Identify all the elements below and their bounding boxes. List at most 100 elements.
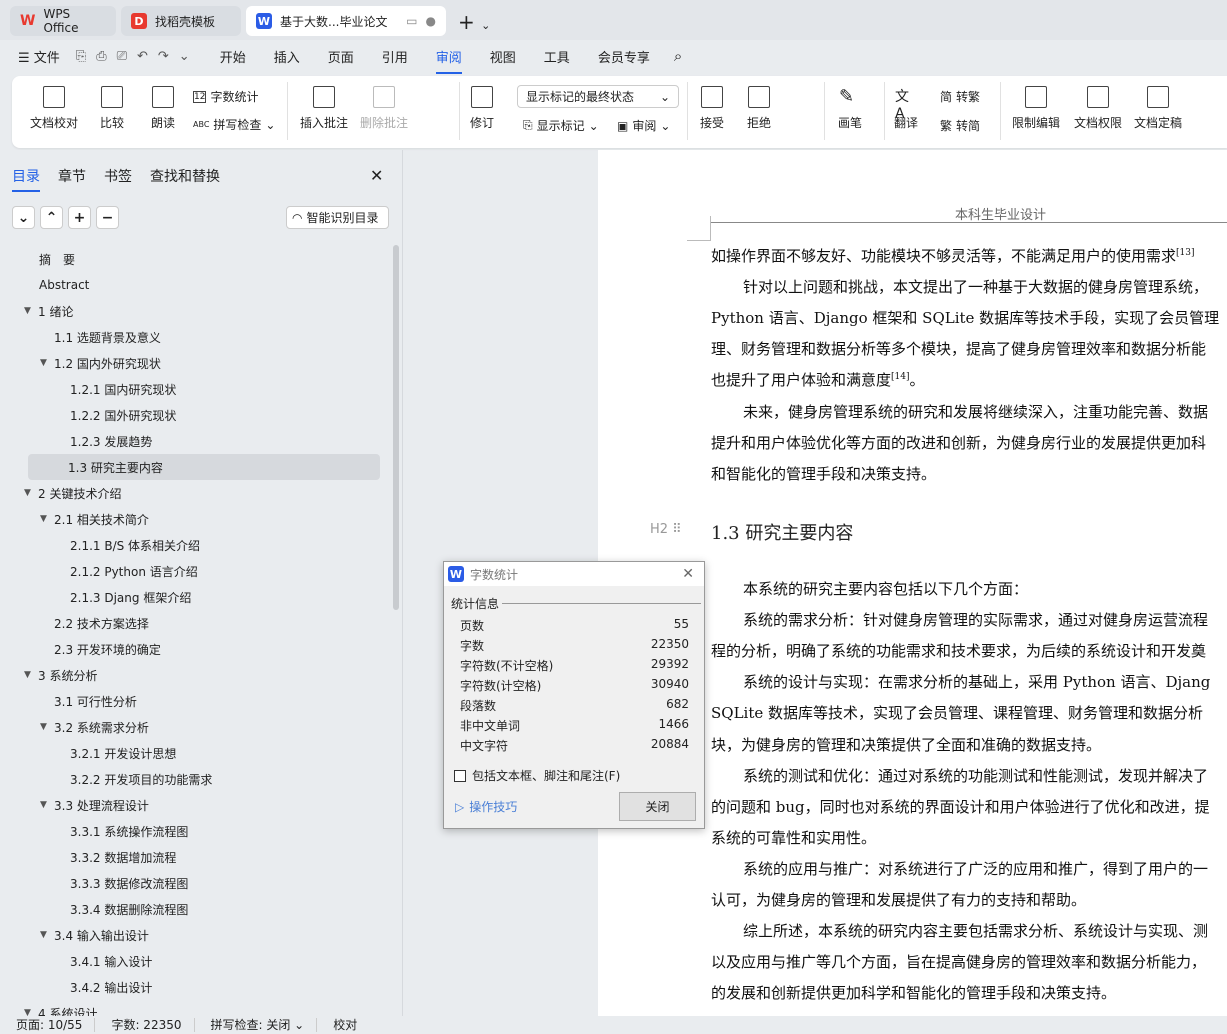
toc-item[interactable]: 3.2.2 开发项目的功能需求 (0, 766, 392, 792)
reject-button[interactable]: 拒绝 (747, 86, 771, 131)
toc-item[interactable]: 3.3.3 数据修改流程图 (0, 870, 392, 896)
menu-insert[interactable]: 插入 (260, 47, 314, 66)
toc-scrollbar[interactable] (393, 245, 399, 610)
track-changes-button[interactable]: 修订 (470, 86, 494, 131)
show-markup-button[interactable]: ⎘ 显示标记 ⌄ (523, 117, 599, 134)
expand-arrow-icon[interactable]: ▼ (24, 670, 38, 680)
menu-home[interactable]: 开始 (206, 47, 260, 66)
proofread-button[interactable]: 文档校对 (30, 86, 78, 131)
document-line: 如操作界面不够友好、功能模块不够灵活等，不能满足用户的使用需求[13] (711, 245, 1195, 266)
close-button[interactable]: 关闭 (619, 792, 696, 821)
monitor-icon[interactable]: ▭ (406, 14, 417, 28)
toc-item[interactable]: 3.3.1 系统操作流程图 (0, 818, 392, 844)
promote-button[interactable]: + (68, 206, 91, 229)
insert-comment-button[interactable]: 插入批注 (300, 86, 348, 131)
review-pane-button[interactable]: ▣ 审阅 ⌄ (617, 117, 670, 134)
file-menu[interactable]: ☰ 文件 (0, 47, 70, 66)
new-tab-button[interactable]: + ⌄ (458, 10, 490, 34)
expand-arrow-icon[interactable]: ▼ (40, 514, 54, 524)
collapse-button[interactable]: ⌄ (12, 206, 35, 229)
line-text: 也提升了用户体验和满意度 (711, 371, 892, 390)
compare-button[interactable]: 比较 (100, 86, 124, 131)
tab-document[interactable]: W 基于大数...毕业论文 ▭ ● (246, 6, 446, 36)
expand-arrow-icon[interactable]: ▼ (24, 488, 38, 498)
tips-link[interactable]: ▷ 操作技巧 (455, 798, 517, 815)
close-icon[interactable]: ✕ (682, 566, 694, 582)
close-icon[interactable]: ✕ (370, 166, 383, 185)
expand-button[interactable]: ⌃ (40, 206, 63, 229)
word-count-button[interactable]: 12 字数统计 (193, 88, 258, 105)
tab-chapters[interactable]: 章节 (58, 166, 86, 186)
menu-review[interactable]: 审阅 (422, 47, 476, 74)
line-text: 以及应用与推广等几个方面，旨在提高健身房的管理效率和数据分析能力， (711, 953, 1207, 972)
smart-toc-button[interactable]: ◠ 智能识别目录 (286, 206, 389, 229)
restrict-edit-button[interactable]: 限制编辑 (1012, 86, 1060, 131)
toc-item[interactable]: 2.3 开发环境的确定 (0, 636, 392, 662)
tab-toc[interactable]: 目录 (12, 166, 40, 192)
toc-item[interactable]: ▼ 2.1 相关技术简介 (0, 506, 392, 532)
toc-item[interactable]: 3.2.1 开发设计思想 (0, 740, 392, 766)
page-indicator[interactable]: 页面: 10/55 (0, 1018, 96, 1032)
to-traditional-button[interactable]: 简转繁 (940, 88, 980, 105)
pen-button[interactable]: ✎ 画笔 (838, 86, 862, 131)
expand-arrow-icon[interactable]: ▼ (40, 930, 54, 940)
menu-member[interactable]: 会员专享 (584, 47, 664, 66)
toc-item[interactable]: Abstract (0, 272, 392, 298)
search-icon[interactable]: ⌕ (664, 47, 692, 65)
delete-comment-button[interactable]: 删除批注 (360, 86, 408, 131)
toc-item[interactable]: ▼ 3.4 输入输出设计 (0, 922, 392, 948)
menu-view[interactable]: 视图 (476, 47, 530, 66)
toc-item[interactable]: 2.1.2 Python 语言介绍 (0, 558, 392, 584)
citation[interactable]: [13] (1176, 248, 1194, 258)
tab-bookmarks[interactable]: 书签 (104, 166, 132, 186)
finalize-button[interactable]: 文档定稿 (1134, 86, 1182, 131)
toc-item[interactable]: ▼ 1 绪论 (0, 298, 392, 324)
read-aloud-button[interactable]: 朗读 (151, 86, 175, 131)
toc-item[interactable]: 1.2.2 国外研究现状 (0, 402, 392, 428)
toc-item[interactable]: 3.4.1 输入设计 (0, 948, 392, 974)
translate-button[interactable]: 文A 翻译 (894, 86, 918, 131)
menu-references[interactable]: 引用 (368, 47, 422, 66)
doc-permission-button[interactable]: 文档权限 (1074, 86, 1122, 131)
toc-item[interactable]: 3.1 可行性分析 (0, 688, 392, 714)
spell-check-status[interactable]: 拼写检查: 关闭 ⌄ (195, 1018, 318, 1032)
include-textbox-checkbox[interactable]: 包括文本框、脚注和尾注(F) (454, 767, 620, 784)
menu-page[interactable]: 页面 (314, 47, 368, 66)
toc-item[interactable]: 3.3.4 数据删除流程图 (0, 896, 392, 922)
expand-arrow-icon[interactable]: ▼ (40, 722, 54, 732)
toc-item[interactable]: 2.1.1 B/S 体系相关介绍 (0, 532, 392, 558)
toc-item[interactable]: 3.3.2 数据增加流程 (0, 844, 392, 870)
heading-level-marker[interactable]: H2 ⠿ (650, 522, 682, 537)
markup-mode-select[interactable]: 显示标记的最终状态 ⌄ (517, 85, 679, 108)
toc-item[interactable]: 摘 要 (0, 246, 392, 272)
spell-check-button[interactable]: ABC 拼写检查 ⌄ (193, 116, 275, 133)
checkbox[interactable] (454, 769, 466, 782)
tab-wps-office[interactable]: W WPS Office (10, 6, 116, 36)
toc-item[interactable]: ▼ 1.2 国内外研究现状 (0, 350, 392, 376)
expand-arrow-icon[interactable]: ▼ (40, 358, 54, 368)
menu-tools[interactable]: 工具 (530, 47, 584, 66)
expand-arrow-icon[interactable]: ▼ (24, 306, 38, 316)
toc-item[interactable]: ▼ 3.3 处理流程设计 (0, 792, 392, 818)
tab-find-replace[interactable]: 查找和替换 (150, 166, 220, 186)
accept-button[interactable]: 接受 (700, 86, 724, 131)
stat-row: 中文字符 20884 (460, 737, 689, 754)
toc-item[interactable]: ▼ 3.2 系统需求分析 (0, 714, 392, 740)
demote-button[interactable]: − (96, 206, 119, 229)
toc-item[interactable]: 1.3 研究主要内容 (28, 454, 380, 480)
toc-item[interactable]: 2.2 技术方案选择 (0, 610, 392, 636)
toc-item[interactable]: 1.2.1 国内研究现状 (0, 376, 392, 402)
toc-item[interactable]: 1.1 选题背景及意义 (0, 324, 392, 350)
toc-item[interactable]: ▼ 3 系统分析 (0, 662, 392, 688)
citation[interactable]: [14] (891, 372, 909, 382)
toc-item[interactable]: 1.2.3 发展趋势 (0, 428, 392, 454)
toc-item[interactable]: ▼ 2 关键技术介绍 (0, 480, 392, 506)
tab-docer[interactable]: D 找稻壳模板 (121, 6, 241, 36)
quick-access-toolbar[interactable]: ⎘⎙⎚↶↷⌄ (70, 49, 206, 64)
expand-arrow-icon[interactable]: ▼ (40, 800, 54, 810)
word-count-indicator[interactable]: 字数: 22350 (95, 1018, 195, 1032)
proofread-status[interactable]: 校对 (317, 1018, 369, 1032)
to-simplified-button[interactable]: 繁转简 (940, 117, 980, 134)
toc-item[interactable]: 2.1.3 Djang 框架介绍 (0, 584, 392, 610)
toc-item[interactable]: 3.4.2 输出设计 (0, 974, 392, 1000)
